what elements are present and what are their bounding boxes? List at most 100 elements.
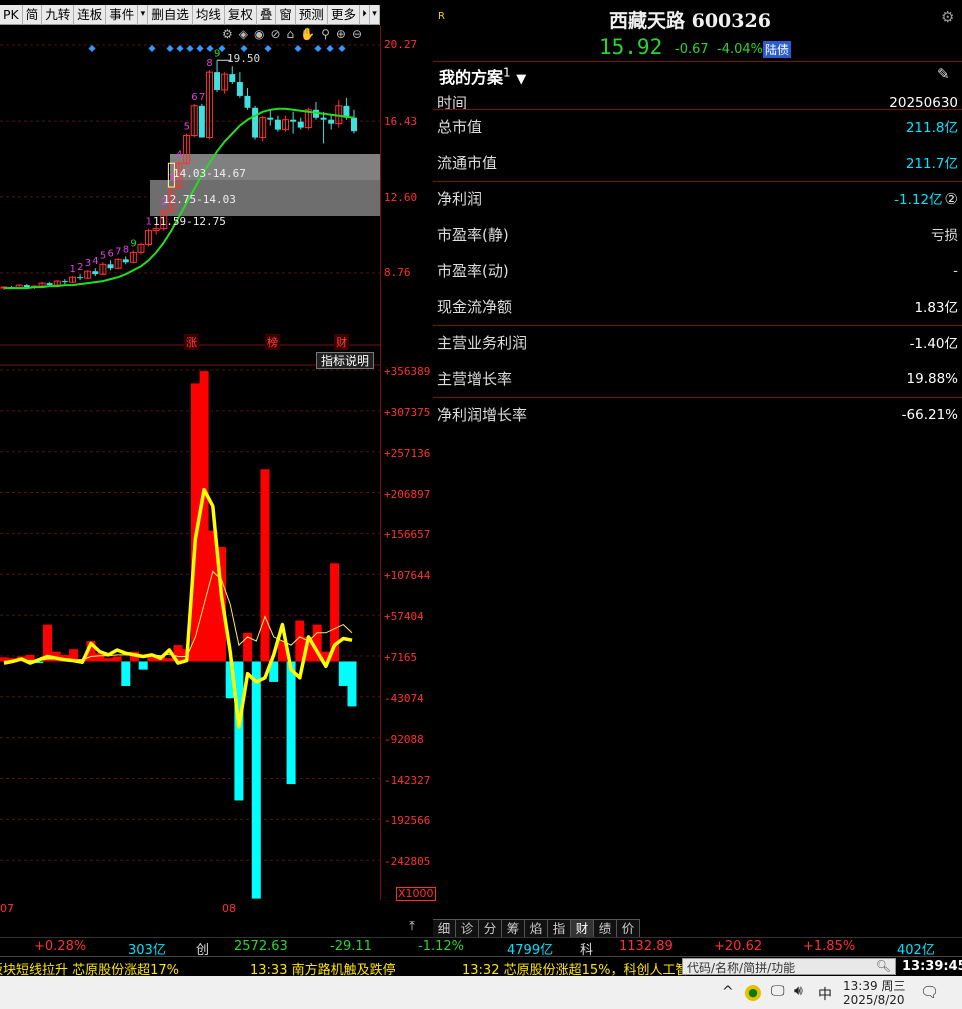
- search-placeholder: 代码/名称/简拼/功能: [687, 961, 796, 975]
- settings-gear-icon[interactable]: ⚙: [941, 8, 954, 26]
- indicator-axis-tick: +7165: [384, 650, 418, 664]
- chart-area[interactable]: 123456789123456789 ⚙ ◈ ◉ ⊘ ⌂ ✋ ⚲ ⊕ ⊖ 涨 榜…: [0, 26, 381, 900]
- fundamental-row[interactable]: 流通市值 211.7亿: [433, 145, 962, 179]
- sequence-count: 9: [130, 238, 136, 249]
- event-marker-finance[interactable]: 财: [334, 334, 349, 350]
- sequence-count: 8: [123, 244, 129, 255]
- indicator-bar: [347, 661, 357, 707]
- kline-and-indicator-chart[interactable]: 1 2 3 45 6 7 89123456 789: [0, 26, 381, 900]
- event-dropdown-icon[interactable]: ▾: [138, 4, 149, 25]
- indicator-axis-tick: +307375: [384, 405, 431, 419]
- toolbar-window[interactable]: 窗: [276, 4, 296, 25]
- eye-icon[interactable]: ◉: [254, 27, 264, 43]
- high-price-label: 19.50: [227, 52, 261, 65]
- candle-body: [297, 121, 304, 128]
- toolbar-remove-watchlist[interactable]: 删自选: [148, 4, 193, 25]
- indicator-info-button[interactable]: 指标说明: [316, 352, 375, 369]
- fundamental-label: 净利润增长率: [437, 405, 528, 424]
- bottom-tab[interactable]: 指: [548, 919, 571, 937]
- bottom-tab[interactable]: 诊: [456, 919, 479, 937]
- candle-body: [107, 264, 114, 269]
- idx3-change: +20.62: [714, 939, 763, 954]
- zoom-out-icon[interactable]: ⊖: [352, 27, 362, 43]
- share-icon[interactable]: ⊘: [270, 27, 280, 43]
- ime-indicator[interactable]: 中: [818, 984, 832, 1004]
- fundamental-label: 主营业务利润: [437, 333, 528, 352]
- toolbar-ma[interactable]: 均线: [193, 4, 225, 25]
- candle-body: [267, 117, 274, 120]
- play-icon[interactable]: ⏵: [360, 4, 370, 25]
- toolbar-more[interactable]: 更多: [328, 4, 360, 25]
- candle-body: [274, 119, 281, 130]
- volume-icon[interactable]: 🔊︎: [794, 983, 803, 999]
- candle-body: [122, 259, 129, 263]
- sequence-count: 9: [214, 48, 220, 59]
- settings-icon[interactable]: ⚙: [222, 27, 233, 43]
- bottom-tab[interactable]: 分: [479, 919, 502, 937]
- chart-toolbar: PK 简 九转 连板 事件 ▾ 删自选 均线 复权 叠 窗 预测 更多 ⏵ ▾: [0, 4, 381, 25]
- signal-diamond: [186, 44, 194, 53]
- quick-search-box[interactable]: 代码/名称/简拼/功能 🔍︎: [682, 958, 896, 975]
- bottom-tab[interactable]: 筹: [502, 919, 525, 937]
- toolbar-forecast[interactable]: 预测: [296, 4, 328, 25]
- event-marker-ranking[interactable]: 榜: [265, 334, 280, 350]
- fundamental-row[interactable]: 现金流净额 1.83亿: [433, 289, 962, 323]
- bottom-tab[interactable]: 绩: [594, 919, 617, 937]
- lock-icon[interactable]: ⌂: [287, 27, 295, 43]
- toolbar-jiuzhuan[interactable]: 九转: [42, 4, 75, 25]
- fundamental-row[interactable]: 市盈率(静) 亏损: [433, 217, 962, 251]
- taskbar-time[interactable]: 13:39 周三: [843, 977, 905, 994]
- bottom-tab[interactable]: 价: [617, 919, 640, 937]
- fundamental-label: 市盈率(静): [437, 225, 509, 244]
- info-icon[interactable]: ②: [945, 190, 958, 208]
- indicator-line-main: [3, 487, 353, 729]
- event-marker-limit-up[interactable]: 涨: [184, 334, 199, 350]
- indicator-axis-tick: -43074: [384, 691, 424, 705]
- pin-icon[interactable]: ⚲: [321, 27, 330, 43]
- bottom-tab[interactable]: 焰: [525, 919, 548, 937]
- toolbar-overlay[interactable]: 叠: [257, 4, 277, 25]
- toolbar-event[interactable]: 事件: [106, 4, 139, 25]
- wechat-tray-icon[interactable]: ●: [745, 985, 761, 1001]
- taskbar-date[interactable]: 2025/8/20: [843, 993, 905, 1007]
- notification-icon[interactable]: 🗨︎: [920, 983, 939, 1001]
- candle-body: [252, 107, 259, 138]
- fundamental-row[interactable]: 净利润 -1.12亿 ②: [433, 181, 962, 215]
- idx1-pct: +0.28%: [34, 939, 87, 954]
- indicator-axis-tick: -242805: [384, 855, 431, 869]
- bottom-tab[interactable]: 财: [571, 919, 594, 937]
- sequence-count: 3: [85, 258, 91, 269]
- signal-diamond: [148, 44, 156, 53]
- search-icon[interactable]: 🔍︎: [876, 959, 891, 974]
- more-dropdown-icon[interactable]: ▾: [370, 4, 381, 25]
- network-icon[interactable]: 🖵︎: [771, 983, 785, 999]
- toolbar-simple[interactable]: 简: [23, 4, 43, 25]
- candle-body: [244, 95, 251, 108]
- candle-body: [23, 285, 30, 288]
- tray-expand-icon[interactable]: ^: [722, 984, 734, 1000]
- hand-icon[interactable]: ✋: [300, 27, 315, 43]
- indicator-bar: [103, 658, 113, 662]
- fundamental-row[interactable]: 总市值 211.8亿: [433, 109, 962, 143]
- bond-badge[interactable]: 陆债: [763, 41, 792, 58]
- fundamental-row[interactable]: 主营增长率 19.88%: [433, 361, 962, 395]
- indicator-axis-tick: -192566: [384, 814, 431, 828]
- toolbar-adjust[interactable]: 复权: [225, 4, 257, 25]
- price-axis-tick-2: 16.43: [384, 115, 418, 128]
- sequence-count: 1: [146, 217, 152, 228]
- candle-body: [229, 74, 236, 83]
- fundamental-value: 19.88%: [906, 371, 958, 387]
- fundamental-row[interactable]: 净利润增长率 -66.21%: [433, 397, 962, 431]
- toolbar-lianban[interactable]: 连板: [74, 4, 107, 25]
- fundamental-row[interactable]: 主营业务利润 -1.40亿: [433, 325, 962, 359]
- zoom-in-icon[interactable]: ⊕: [336, 27, 346, 43]
- edit-icon[interactable]: ✎: [937, 65, 950, 83]
- toolbar-pk[interactable]: PK: [0, 4, 23, 25]
- fundamental-row[interactable]: 市盈率(动) -: [433, 253, 962, 287]
- layer-icon[interactable]: ◈: [239, 27, 248, 43]
- scroll-top-icon[interactable]: ⤒: [404, 920, 420, 936]
- bottom-tab[interactable]: 细: [433, 919, 456, 937]
- status-clock: 13:39:45: [902, 959, 962, 974]
- sequence-count: 1: [69, 264, 75, 275]
- indicator-bar: [164, 658, 174, 662]
